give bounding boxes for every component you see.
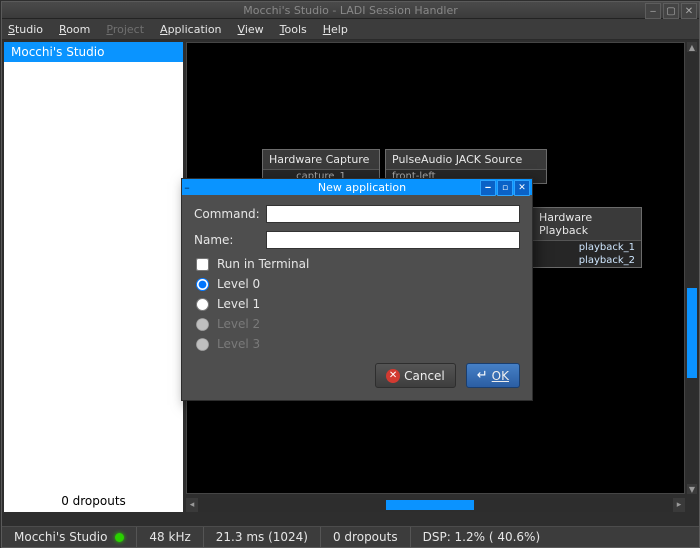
command-label: Command: bbox=[194, 207, 266, 221]
menu-project: Project bbox=[106, 22, 144, 37]
sidebar-header[interactable]: Mocchi's Studio bbox=[4, 42, 183, 62]
dialog-menu-icon[interactable]: – bbox=[182, 181, 192, 194]
level-3-option: Level 3 bbox=[196, 337, 520, 351]
main-window: Mocchi's Studio - LADI Session Handler ‒… bbox=[1, 1, 700, 548]
run-in-terminal-label: Run in Terminal bbox=[217, 257, 309, 271]
status-dropouts: 0 dropouts bbox=[320, 527, 410, 547]
status-bar: Mocchi's Studio 48 kHz 21.3 ms (1024) 0 … bbox=[2, 526, 699, 547]
menu-view[interactable]: View bbox=[238, 22, 264, 37]
scroll-down-arrow-icon[interactable]: ▼ bbox=[687, 484, 697, 494]
run-in-terminal-option[interactable]: Run in Terminal bbox=[196, 257, 520, 271]
status-latency: 21.3 ms (1024) bbox=[203, 527, 320, 547]
level-1-option[interactable]: Level 1 bbox=[196, 297, 520, 311]
node-title: PulseAudio JACK Source bbox=[386, 150, 546, 170]
window-maximize-button[interactable]: ▢ bbox=[663, 3, 679, 19]
command-input[interactable] bbox=[266, 205, 520, 223]
name-input[interactable] bbox=[266, 231, 520, 249]
node-title: Hardware Capture bbox=[263, 150, 379, 170]
dialog-maximize-button[interactable]: ▫ bbox=[497, 180, 513, 196]
menu-studio[interactable]: Studio bbox=[8, 22, 43, 37]
cancel-button[interactable]: ✕ Cancel bbox=[375, 363, 456, 388]
level-0-option[interactable]: Level 0 bbox=[196, 277, 520, 291]
port-playback-1[interactable]: playback_1 bbox=[533, 241, 641, 254]
level-3-radio bbox=[196, 338, 209, 351]
main-titlebar[interactable]: Mocchi's Studio - LADI Session Handler ‒… bbox=[2, 2, 699, 19]
node-hardware-playback[interactable]: Hardware Playback playback_1 playback_2 bbox=[532, 207, 642, 268]
window-title: Mocchi's Studio - LADI Session Handler bbox=[243, 4, 458, 17]
port-playback-2[interactable]: playback_2 bbox=[533, 254, 641, 267]
menu-bar: Studio Room Project Application View Too… bbox=[2, 19, 699, 40]
dialog-minimize-button[interactable]: ‒ bbox=[480, 180, 496, 196]
vertical-scroll-thumb[interactable] bbox=[687, 288, 697, 378]
level-2-radio bbox=[196, 318, 209, 331]
menu-application[interactable]: Application bbox=[160, 22, 221, 37]
menu-room[interactable]: Room bbox=[59, 22, 90, 37]
dialog-titlebar[interactable]: – New application ‒ ▫ ✕ bbox=[182, 179, 532, 195]
status-dsp-load: DSP: 1.2% ( 40.6%) bbox=[410, 527, 553, 547]
horizontal-scroll-thumb[interactable] bbox=[386, 500, 474, 510]
level-1-radio[interactable] bbox=[196, 298, 209, 311]
scroll-up-arrow-icon[interactable]: ▲ bbox=[687, 42, 697, 52]
menu-help[interactable]: Help bbox=[323, 22, 348, 37]
vertical-scrollbar[interactable]: ▲ ▼ bbox=[687, 42, 697, 494]
cancel-button-label: Cancel bbox=[404, 369, 445, 383]
level-1-label: Level 1 bbox=[217, 297, 260, 311]
level-2-option: Level 2 bbox=[196, 317, 520, 331]
status-studio-name: Mocchi's Studio bbox=[14, 530, 107, 544]
dialog-close-button[interactable]: ✕ bbox=[514, 180, 530, 196]
ok-button[interactable]: ↵ OK bbox=[466, 363, 520, 388]
level-0-label: Level 0 bbox=[217, 277, 260, 291]
run-in-terminal-checkbox[interactable] bbox=[196, 258, 209, 271]
sidebar: Mocchi's Studio 0 dropouts bbox=[4, 42, 183, 512]
level-2-label: Level 2 bbox=[217, 317, 260, 331]
status-led-icon bbox=[115, 533, 124, 542]
node-title: Hardware Playback bbox=[533, 208, 641, 241]
sidebar-body bbox=[4, 62, 183, 490]
scroll-right-arrow-icon[interactable]: ▸ bbox=[673, 498, 685, 512]
level-3-label: Level 3 bbox=[217, 337, 260, 351]
window-close-button[interactable]: ✕ bbox=[681, 3, 697, 19]
cancel-icon: ✕ bbox=[386, 369, 400, 383]
horizontal-scrollbar[interactable]: ◂ ▸ bbox=[186, 498, 685, 512]
ok-icon: ↵ bbox=[477, 368, 488, 383]
window-minimize-button[interactable]: ‒ bbox=[645, 3, 661, 19]
level-0-radio[interactable] bbox=[196, 278, 209, 291]
menu-tools[interactable]: Tools bbox=[280, 22, 307, 37]
scroll-left-arrow-icon[interactable]: ◂ bbox=[186, 498, 198, 512]
new-application-dialog: – New application ‒ ▫ ✕ Command: Name: R… bbox=[181, 178, 533, 401]
name-label: Name: bbox=[194, 233, 266, 247]
status-sample-rate: 48 kHz bbox=[136, 527, 202, 547]
ok-button-label: OK bbox=[492, 369, 509, 383]
dialog-body: Command: Name: Run in Terminal Level 0 L… bbox=[182, 195, 532, 400]
sidebar-footer: 0 dropouts bbox=[4, 490, 183, 512]
